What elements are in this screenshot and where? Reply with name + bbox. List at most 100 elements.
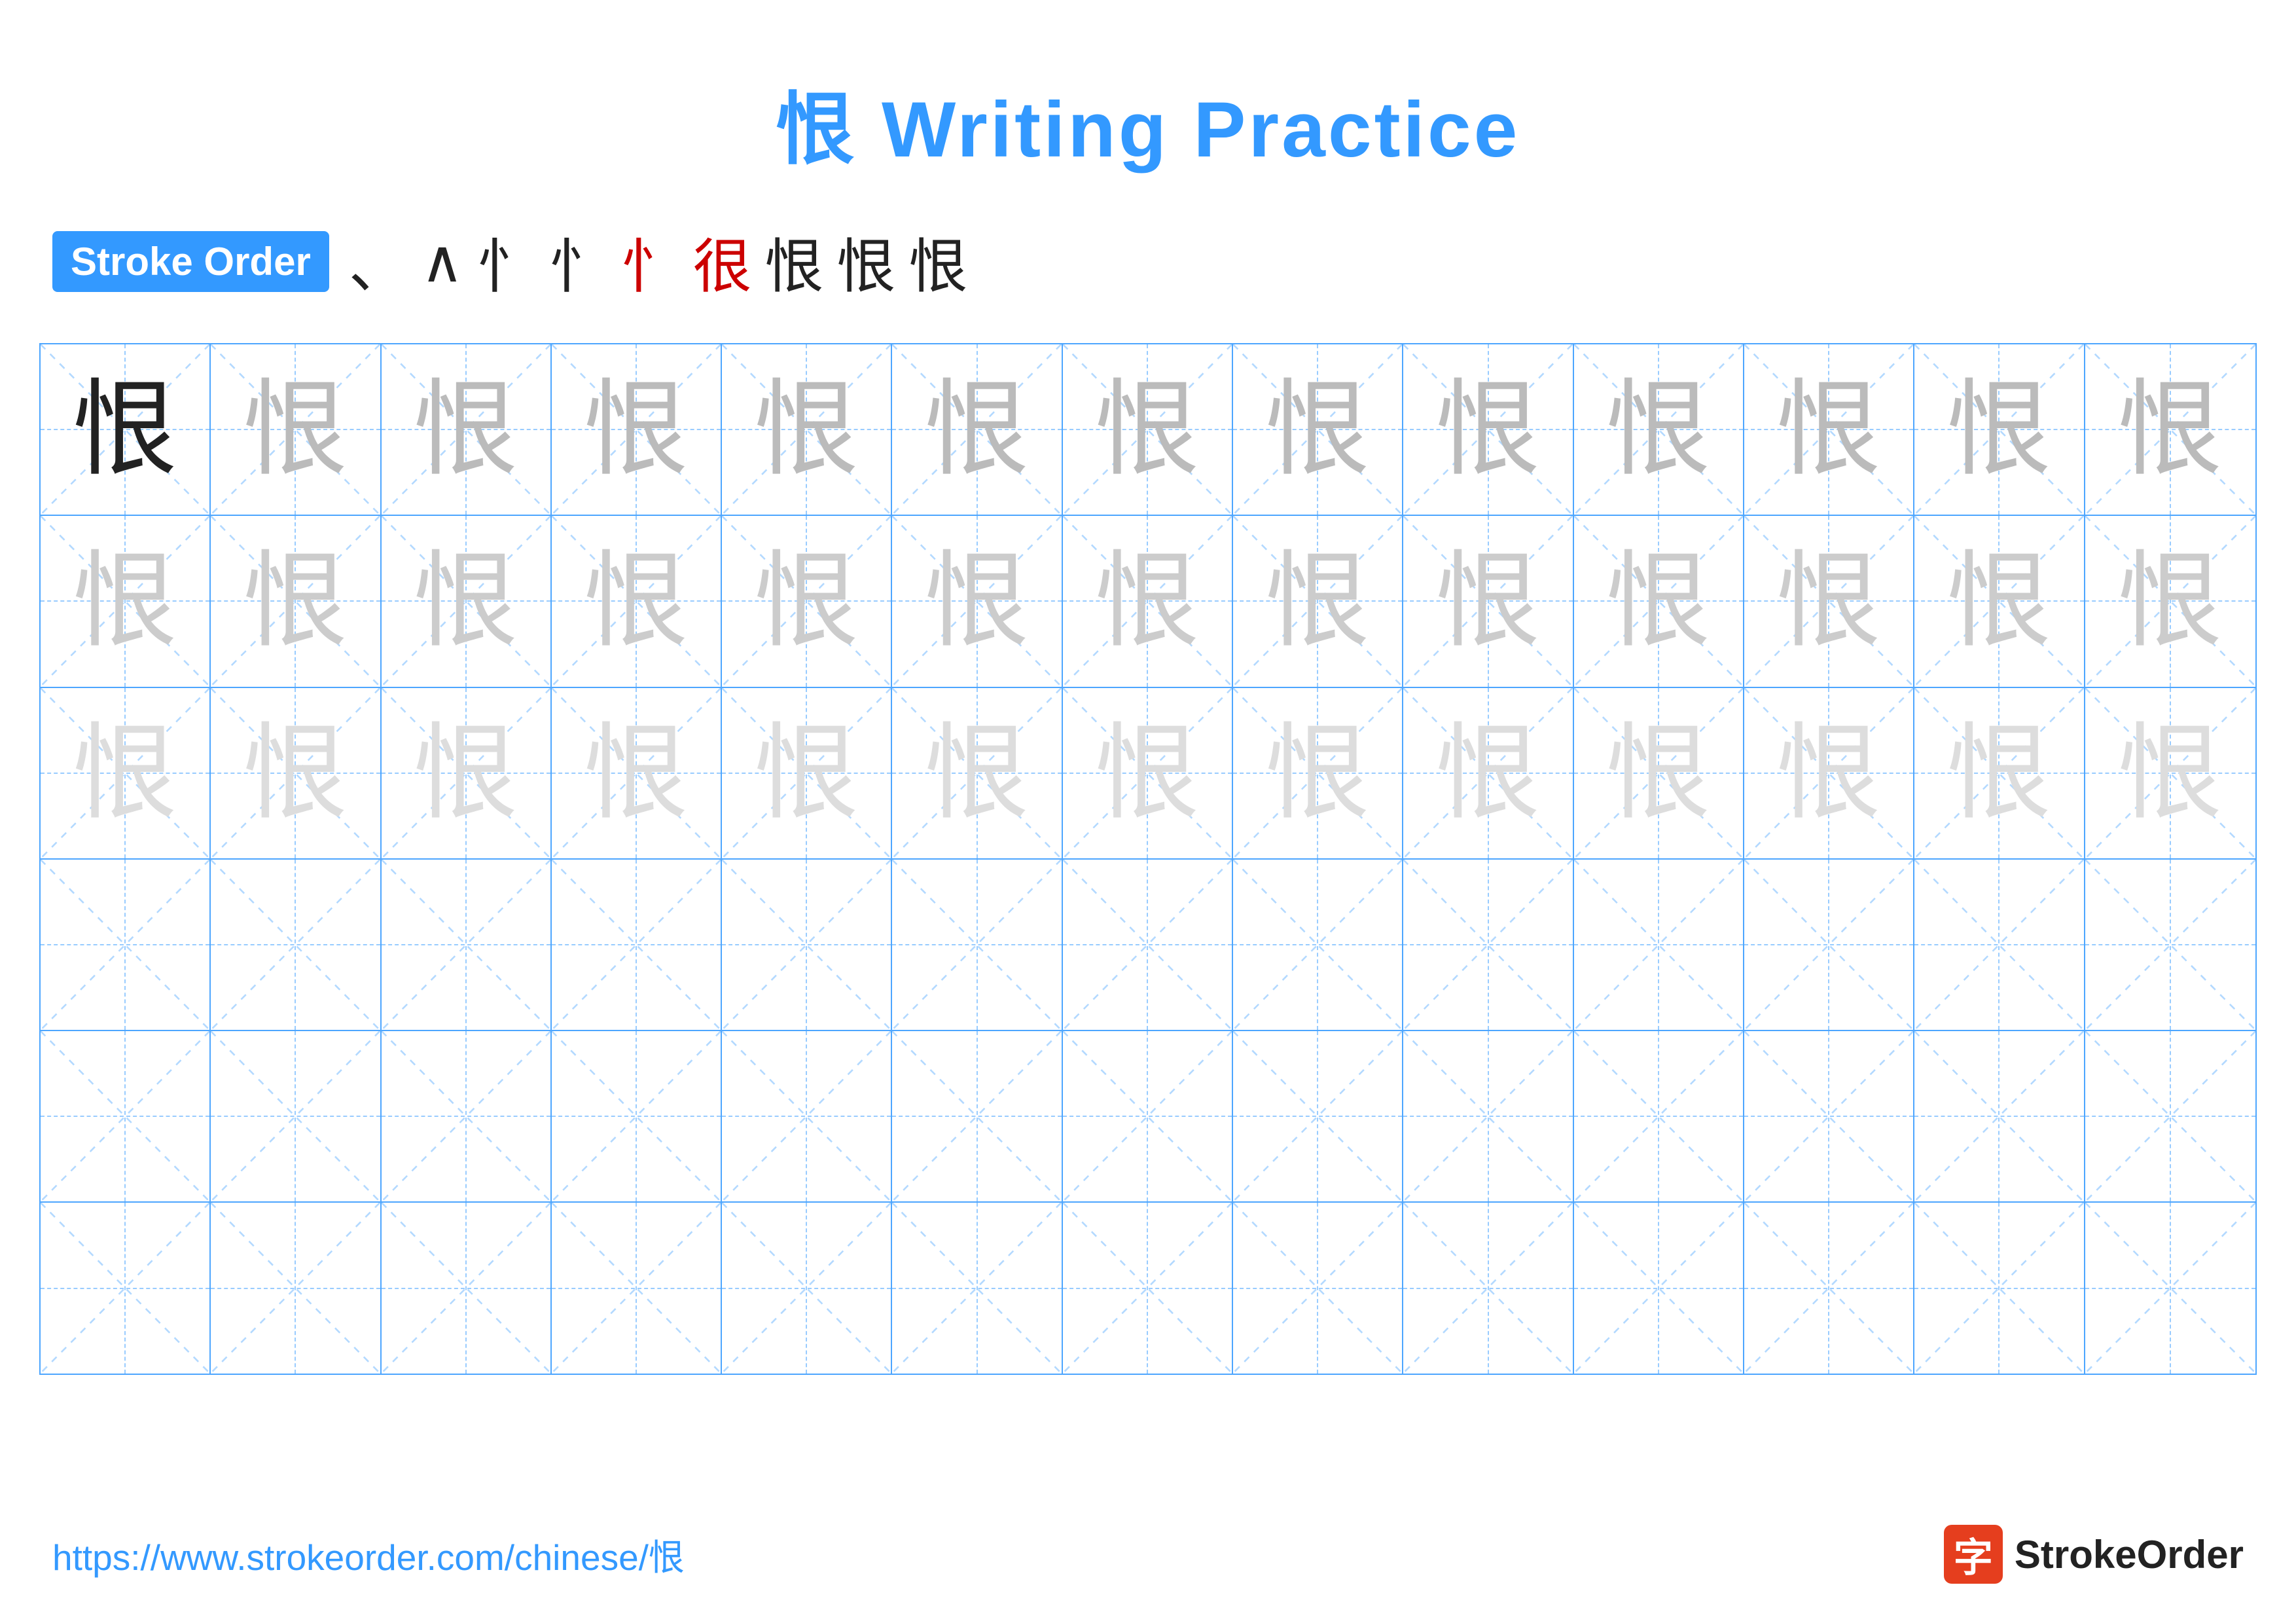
grid-cell: 恨 <box>1403 516 1573 686</box>
grid-cell: 恨 <box>552 516 722 686</box>
grid-cell: 恨 <box>722 516 892 686</box>
stroke-seq-6: 很 <box>693 219 752 304</box>
grid-cell: 恨 <box>722 344 892 515</box>
grid-cell: 恨 <box>41 516 211 686</box>
practice-char: 恨 <box>1946 549 2051 653</box>
practice-char: 恨 <box>1095 721 1200 826</box>
grid-cell: 恨 <box>1574 516 1744 686</box>
grid-cell <box>892 1031 1062 1201</box>
practice-char: 恨 <box>584 377 689 482</box>
grid-cell <box>41 860 211 1030</box>
practice-char: 恨 <box>1776 549 1881 653</box>
practice-char: 恨 <box>1095 549 1200 653</box>
practice-char: 恨 <box>414 549 518 653</box>
stroke-seq-1: 、 <box>349 219 408 304</box>
grid-cell: 恨 <box>41 688 211 858</box>
grid-cell: 恨 <box>1403 688 1573 858</box>
grid-cell <box>1063 860 1233 1030</box>
grid-cell <box>382 860 552 1030</box>
grid-cell: 恨 <box>382 688 552 858</box>
grid-cell <box>41 1031 211 1201</box>
grid-cell: 恨 <box>1914 516 2085 686</box>
grid-cell: 恨 <box>1744 516 1914 686</box>
grid-cell: 恨 <box>1233 688 1403 858</box>
practice-char: 恨 <box>243 721 348 826</box>
grid-cell <box>211 860 381 1030</box>
grid-cell <box>1403 1203 1573 1373</box>
title-text: Writing Practice <box>857 86 1520 173</box>
grid-cell: 恨 <box>1233 516 1403 686</box>
grid-cell: 恨 <box>382 516 552 686</box>
stroke-seq-3: 忄 <box>477 219 536 304</box>
grid-row-3: 恨 恨 恨 恨 恨 恨 恨 恨 <box>41 688 2255 860</box>
grid-cell: 恨 <box>1914 688 2085 858</box>
stroke-seq-5: 忄 <box>621 219 680 304</box>
grid-cell: 恨 <box>2085 688 2255 858</box>
practice-char: 恨 <box>414 377 518 482</box>
page-title: 恨 Writing Practice <box>0 0 2296 179</box>
stroke-seq-7: 恨 <box>765 219 824 304</box>
practice-char: 恨 <box>1606 377 1711 482</box>
title-char: 恨 <box>776 86 857 173</box>
grid-cell <box>892 860 1062 1030</box>
grid-cell <box>1063 1031 1233 1201</box>
grid-cell <box>892 1203 1062 1373</box>
grid-row-6 <box>41 1203 2255 1373</box>
grid-cell <box>211 1031 381 1201</box>
stroke-seq-9: 恨 <box>909 219 968 304</box>
grid-cell: 恨 <box>1914 344 2085 515</box>
grid-cell: 恨 <box>552 344 722 515</box>
grid-cell <box>2085 1203 2255 1373</box>
grid-cell <box>722 1203 892 1373</box>
grid-cell: 恨 <box>552 688 722 858</box>
grid-cell <box>1914 1031 2085 1201</box>
footer: https://www.strokeorder.com/chinese/恨 字 … <box>52 1525 2244 1584</box>
grid-row-5 <box>41 1031 2255 1203</box>
practice-grid: 恨 恨 恨 恨 恨 恨 恨 恨 <box>39 343 2257 1375</box>
practice-char: 恨 <box>754 377 859 482</box>
stroke-seq-4: 忄 <box>549 219 608 304</box>
grid-cell: 恨 <box>1063 344 1233 515</box>
grid-cell: 恨 <box>1403 344 1573 515</box>
grid-cell: 恨 <box>1063 688 1233 858</box>
grid-cell <box>722 860 892 1030</box>
practice-char: 恨 <box>1095 377 1200 482</box>
grid-cell <box>1233 1203 1403 1373</box>
grid-cell: 恨 <box>41 344 211 515</box>
grid-cell: 恨 <box>211 516 381 686</box>
grid-cell <box>722 1031 892 1201</box>
practice-char: 恨 <box>584 721 689 826</box>
practice-char: 恨 <box>1265 721 1370 826</box>
logo-icon: 字 <box>1944 1525 2003 1584</box>
grid-cell <box>1914 1203 2085 1373</box>
grid-cell <box>1403 860 1573 1030</box>
grid-cell <box>1574 860 1744 1030</box>
grid-row-2: 恨 恨 恨 恨 恨 恨 恨 恨 <box>41 516 2255 687</box>
practice-char: 恨 <box>1436 377 1541 482</box>
grid-cell <box>2085 1031 2255 1201</box>
practice-char: 恨 <box>1436 721 1541 826</box>
grid-cell: 恨 <box>892 688 1062 858</box>
logo-text: StrokeOrder <box>2015 1532 2244 1577</box>
practice-char: 恨 <box>2118 549 2223 653</box>
grid-cell <box>1744 860 1914 1030</box>
practice-char: 恨 <box>754 549 859 653</box>
grid-cell <box>382 1031 552 1201</box>
practice-char: 恨 <box>243 549 348 653</box>
grid-cell <box>211 1203 381 1373</box>
grid-cell: 恨 <box>211 688 381 858</box>
grid-cell <box>1063 1203 1233 1373</box>
footer-url: https://www.strokeorder.com/chinese/恨 <box>52 1528 685 1580</box>
practice-char: 恨 <box>754 721 859 826</box>
practice-char: 恨 <box>1606 549 1711 653</box>
grid-cell <box>1403 1031 1573 1201</box>
grid-cell: 恨 <box>1744 688 1914 858</box>
practice-char: 恨 <box>1946 377 2051 482</box>
practice-char: 恨 <box>2118 721 2223 826</box>
practice-char: 恨 <box>2118 377 2223 482</box>
grid-cell <box>552 860 722 1030</box>
practice-char: 恨 <box>73 549 177 653</box>
grid-cell: 恨 <box>1233 344 1403 515</box>
grid-cell: 恨 <box>1063 516 1233 686</box>
grid-cell: 恨 <box>382 344 552 515</box>
